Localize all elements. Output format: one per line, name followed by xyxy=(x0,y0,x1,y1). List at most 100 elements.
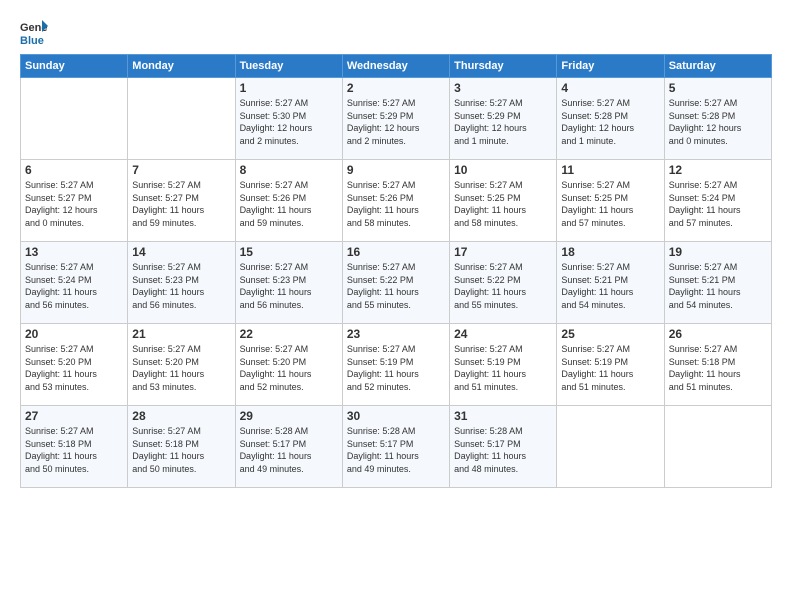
day-number: 21 xyxy=(132,327,230,341)
day-number: 17 xyxy=(454,245,552,259)
day-number: 19 xyxy=(669,245,767,259)
week-row-2: 6 Sunrise: 5:27 AM Sunset: 5:27 PM Daylig… xyxy=(21,160,772,242)
cell-info: Sunrise: 5:27 AM Sunset: 5:30 PM Dayligh… xyxy=(240,97,338,147)
calendar-cell: 19 Sunrise: 5:27 AM Sunset: 5:21 PM Dayli… xyxy=(664,242,771,324)
day-header-saturday: Saturday xyxy=(664,55,771,78)
day-number: 25 xyxy=(561,327,659,341)
day-number: 3 xyxy=(454,81,552,95)
calendar-cell: 27 Sunrise: 5:27 AM Sunset: 5:18 PM Dayli… xyxy=(21,406,128,488)
calendar-cell: 22 Sunrise: 5:27 AM Sunset: 5:20 PM Dayli… xyxy=(235,324,342,406)
calendar-cell: 15 Sunrise: 5:27 AM Sunset: 5:23 PM Dayli… xyxy=(235,242,342,324)
calendar-cell: 12 Sunrise: 5:27 AM Sunset: 5:24 PM Dayli… xyxy=(664,160,771,242)
day-number: 22 xyxy=(240,327,338,341)
day-number: 27 xyxy=(25,409,123,423)
cell-info: Sunrise: 5:28 AM Sunset: 5:17 PM Dayligh… xyxy=(347,425,445,475)
logo: General Blue xyxy=(20,18,48,46)
calendar-cell: 9 Sunrise: 5:27 AM Sunset: 5:26 PM Daylig… xyxy=(342,160,449,242)
calendar-cell: 14Sunrise: 5:27 AM Sunset: 5:23 PM Dayli… xyxy=(128,242,235,324)
cell-info: Sunrise: 5:27 AM Sunset: 5:24 PM Dayligh… xyxy=(669,179,767,229)
calendar-cell: 2Sunrise: 5:27 AM Sunset: 5:29 PM Daylig… xyxy=(342,78,449,160)
day-number: 31 xyxy=(454,409,552,423)
cell-info: Sunrise: 5:27 AM Sunset: 5:20 PM Dayligh… xyxy=(240,343,338,393)
calendar-cell: 8Sunrise: 5:27 AM Sunset: 5:26 PM Daylig… xyxy=(235,160,342,242)
cell-info: Sunrise: 5:27 AM Sunset: 5:28 PM Dayligh… xyxy=(561,97,659,147)
cell-info: Sunrise: 5:27 AM Sunset: 5:19 PM Dayligh… xyxy=(561,343,659,393)
day-number: 20 xyxy=(25,327,123,341)
calendar-cell xyxy=(664,406,771,488)
day-number: 15 xyxy=(240,245,338,259)
day-number: 30 xyxy=(347,409,445,423)
calendar-cell: 17 Sunrise: 5:27 AM Sunset: 5:22 PM Dayli… xyxy=(450,242,557,324)
cell-info: Sunrise: 5:27 AM Sunset: 5:19 PM Dayligh… xyxy=(347,343,445,393)
cell-info: Sunrise: 5:27 AM Sunset: 5:26 PM Dayligh… xyxy=(240,179,338,229)
day-number: 9 xyxy=(347,163,445,177)
cell-info: Sunrise: 5:27 AM Sunset: 5:29 PM Dayligh… xyxy=(347,97,445,147)
week-row-1: 1Sunrise: 5:27 AM Sunset: 5:30 PM Daylig… xyxy=(21,78,772,160)
cell-info: Sunrise: 5:27 AM Sunset: 5:20 PM Dayligh… xyxy=(25,343,123,393)
calendar-cell xyxy=(21,78,128,160)
day-number: 7 xyxy=(132,163,230,177)
week-row-3: 13Sunrise: 5:27 AM Sunset: 5:24 PM Dayli… xyxy=(21,242,772,324)
cell-info: Sunrise: 5:27 AM Sunset: 5:25 PM Dayligh… xyxy=(561,179,659,229)
day-number: 29 xyxy=(240,409,338,423)
cell-info: Sunrise: 5:27 AM Sunset: 5:21 PM Dayligh… xyxy=(669,261,767,311)
calendar-cell: 25 Sunrise: 5:27 AM Sunset: 5:19 PM Dayli… xyxy=(557,324,664,406)
cell-info: Sunrise: 5:27 AM Sunset: 5:27 PM Dayligh… xyxy=(132,179,230,229)
calendar-cell: 7 Sunrise: 5:27 AM Sunset: 5:27 PM Daylig… xyxy=(128,160,235,242)
calendar-cell: 20 Sunrise: 5:27 AM Sunset: 5:20 PM Dayli… xyxy=(21,324,128,406)
cell-info: Sunrise: 5:27 AM Sunset: 5:27 PM Dayligh… xyxy=(25,179,123,229)
header: General Blue xyxy=(20,18,772,46)
cell-info: Sunrise: 5:27 AM Sunset: 5:18 PM Dayligh… xyxy=(132,425,230,475)
page: General Blue SundayMondayTuesdayWednesda… xyxy=(0,0,792,612)
cell-info: Sunrise: 5:27 AM Sunset: 5:18 PM Dayligh… xyxy=(669,343,767,393)
day-number: 6 xyxy=(25,163,123,177)
cell-info: Sunrise: 5:27 AM Sunset: 5:25 PM Dayligh… xyxy=(454,179,552,229)
cell-info: Sunrise: 5:27 AM Sunset: 5:19 PM Dayligh… xyxy=(454,343,552,393)
cell-info: Sunrise: 5:27 AM Sunset: 5:22 PM Dayligh… xyxy=(454,261,552,311)
calendar-table: SundayMondayTuesdayWednesdayThursdayFrid… xyxy=(20,54,772,488)
cell-info: Sunrise: 5:27 AM Sunset: 5:21 PM Dayligh… xyxy=(561,261,659,311)
calendar-cell: 24 Sunrise: 5:27 AM Sunset: 5:19 PM Dayli… xyxy=(450,324,557,406)
calendar-cell: 11 Sunrise: 5:27 AM Sunset: 5:25 PM Dayli… xyxy=(557,160,664,242)
calendar-cell: 16 Sunrise: 5:27 AM Sunset: 5:22 PM Dayli… xyxy=(342,242,449,324)
day-header-sunday: Sunday xyxy=(21,55,128,78)
svg-text:Blue: Blue xyxy=(20,35,44,46)
calendar-cell: 5Sunrise: 5:27 AM Sunset: 5:28 PM Daylig… xyxy=(664,78,771,160)
day-number: 10 xyxy=(454,163,552,177)
calendar-cell: 13Sunrise: 5:27 AM Sunset: 5:24 PM Dayli… xyxy=(21,242,128,324)
day-number: 18 xyxy=(561,245,659,259)
calendar-cell: 29Sunrise: 5:28 AM Sunset: 5:17 PM Dayli… xyxy=(235,406,342,488)
calendar-cell: 4 Sunrise: 5:27 AM Sunset: 5:28 PM Daylig… xyxy=(557,78,664,160)
calendar-cell: 1Sunrise: 5:27 AM Sunset: 5:30 PM Daylig… xyxy=(235,78,342,160)
calendar-cell xyxy=(128,78,235,160)
day-header-monday: Monday xyxy=(128,55,235,78)
week-row-5: 27 Sunrise: 5:27 AM Sunset: 5:18 PM Dayli… xyxy=(21,406,772,488)
calendar-cell: 31 Sunrise: 5:28 AM Sunset: 5:17 PM Dayli… xyxy=(450,406,557,488)
calendar-cell: 10 Sunrise: 5:27 AM Sunset: 5:25 PM Dayli… xyxy=(450,160,557,242)
cell-info: Sunrise: 5:27 AM Sunset: 5:29 PM Dayligh… xyxy=(454,97,552,147)
header-row: SundayMondayTuesdayWednesdayThursdayFrid… xyxy=(21,55,772,78)
calendar-cell: 18 Sunrise: 5:27 AM Sunset: 5:21 PM Dayli… xyxy=(557,242,664,324)
week-row-4: 20 Sunrise: 5:27 AM Sunset: 5:20 PM Dayli… xyxy=(21,324,772,406)
day-number: 5 xyxy=(669,81,767,95)
cell-info: Sunrise: 5:27 AM Sunset: 5:18 PM Dayligh… xyxy=(25,425,123,475)
calendar-cell: 21 Sunrise: 5:27 AM Sunset: 5:20 PM Dayli… xyxy=(128,324,235,406)
logo-icon: General Blue xyxy=(20,18,48,46)
day-number: 13 xyxy=(25,245,123,259)
day-number: 11 xyxy=(561,163,659,177)
day-number: 16 xyxy=(347,245,445,259)
day-header-tuesday: Tuesday xyxy=(235,55,342,78)
cell-info: Sunrise: 5:28 AM Sunset: 5:17 PM Dayligh… xyxy=(454,425,552,475)
calendar-cell: 26Sunrise: 5:27 AM Sunset: 5:18 PM Dayli… xyxy=(664,324,771,406)
day-number: 24 xyxy=(454,327,552,341)
cell-info: Sunrise: 5:27 AM Sunset: 5:23 PM Dayligh… xyxy=(132,261,230,311)
day-number: 4 xyxy=(561,81,659,95)
calendar-cell: 3 Sunrise: 5:27 AM Sunset: 5:29 PM Daylig… xyxy=(450,78,557,160)
cell-info: Sunrise: 5:27 AM Sunset: 5:22 PM Dayligh… xyxy=(347,261,445,311)
cell-info: Sunrise: 5:27 AM Sunset: 5:26 PM Dayligh… xyxy=(347,179,445,229)
day-number: 23 xyxy=(347,327,445,341)
day-number: 12 xyxy=(669,163,767,177)
cell-info: Sunrise: 5:27 AM Sunset: 5:20 PM Dayligh… xyxy=(132,343,230,393)
cell-info: Sunrise: 5:27 AM Sunset: 5:23 PM Dayligh… xyxy=(240,261,338,311)
calendar-cell: 28Sunrise: 5:27 AM Sunset: 5:18 PM Dayli… xyxy=(128,406,235,488)
